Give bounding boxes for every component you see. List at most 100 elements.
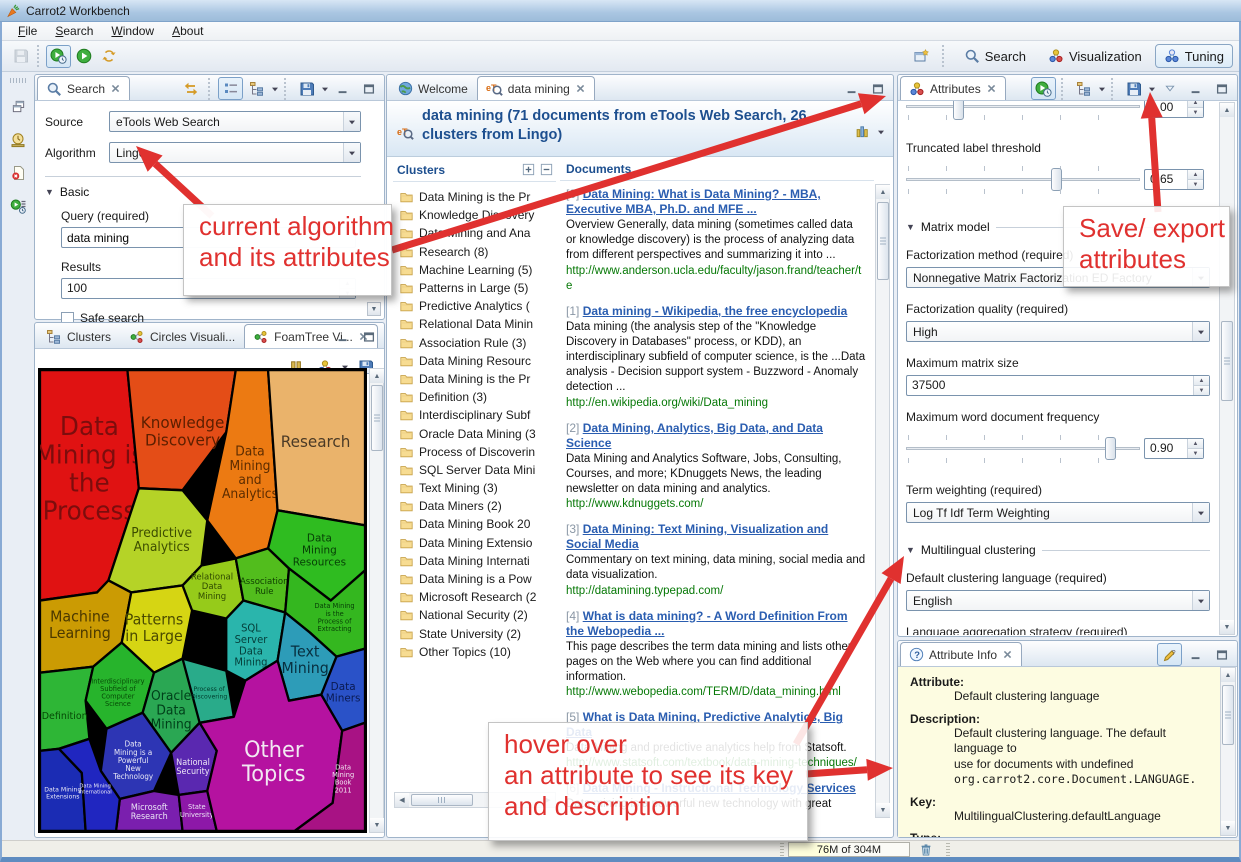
cluster-item[interactable]: Microsoft Research (2 xyxy=(399,588,556,606)
title-bar[interactable]: Carrot2 Workbench xyxy=(0,0,1241,22)
document-title-link[interactable]: Data mining - Wikipedia, the free encycl… xyxy=(583,304,848,318)
close-icon[interactable] xyxy=(110,83,121,94)
garbage-collect-button[interactable] xyxy=(913,841,939,857)
attribute-slider[interactable]: 0.90▲▼ xyxy=(906,429,1210,469)
chevron-down-icon[interactable] xyxy=(271,85,279,93)
maximize-button[interactable] xyxy=(1209,643,1234,666)
attribute-slider[interactable]: 2.00▲▼ xyxy=(906,101,1210,127)
document-title-link[interactable]: Data Mining - Instructional Technology S… xyxy=(583,781,856,795)
chevron-down-icon[interactable] xyxy=(1098,85,1106,93)
refresh-button[interactable] xyxy=(96,45,121,68)
tab-circles-visuali-[interactable]: Circles Visuali... xyxy=(120,324,244,348)
cluster-item[interactable]: Relational Data Minin xyxy=(399,315,556,333)
attribute-spinner[interactable]: 37500▲▼ xyxy=(906,375,1210,396)
error-log-button[interactable] xyxy=(6,161,31,184)
attribute-spinner[interactable]: 0.90▲▼ xyxy=(1144,438,1204,459)
maximize-button[interactable] xyxy=(356,325,381,348)
cluster-item[interactable]: Data Mining is a Pow xyxy=(399,570,556,588)
live-update-button[interactable] xyxy=(1031,77,1056,100)
attribute-spinner[interactable]: 2.00▲▼ xyxy=(1144,101,1204,118)
list-view-button[interactable] xyxy=(218,77,243,100)
tab-attribute-info[interactable]: ? Attribute Info xyxy=(900,642,1022,666)
restore-window-button[interactable] xyxy=(6,95,31,118)
cluster-item[interactable]: Machine Learning (5) xyxy=(399,261,556,279)
documents-scrollbar[interactable]: ▲ ▼ xyxy=(875,184,890,818)
cluster-item[interactable]: Interdisciplinary Subf xyxy=(399,406,556,424)
cluster-item[interactable]: Data Mining is the Pr xyxy=(399,188,556,206)
process-list-button[interactable] xyxy=(6,194,31,217)
minimize-button[interactable] xyxy=(330,77,355,100)
foamtree-cell[interactable]: Definition xyxy=(40,667,93,751)
section-header[interactable]: ▼Matrix model xyxy=(906,220,1210,234)
maximize-button[interactable] xyxy=(356,77,381,100)
cluster-item[interactable]: Other Topics (10) xyxy=(399,643,556,661)
maximize-button[interactable] xyxy=(1209,77,1234,100)
foamtree-cell[interactable]: MicrosoftResearch xyxy=(116,791,183,831)
menu-search[interactable]: Search xyxy=(47,23,101,39)
attribute-info-scrollbar[interactable]: ▲ ▼ xyxy=(1220,667,1236,836)
run-search-button[interactable] xyxy=(46,45,71,68)
attribute-select[interactable]: High xyxy=(906,321,1210,342)
cluster-item[interactable]: Data Mining Internati xyxy=(399,552,556,570)
minimize-button[interactable] xyxy=(1183,643,1208,666)
close-icon[interactable] xyxy=(986,83,997,94)
chevron-down-icon[interactable] xyxy=(321,85,329,93)
document-title-link[interactable]: Data Mining, Analytics, Big Data, and Da… xyxy=(566,421,823,450)
chevron-down-icon[interactable] xyxy=(1148,85,1156,93)
run-button[interactable] xyxy=(71,45,96,68)
algorithm-select[interactable]: Lingo xyxy=(109,142,361,163)
tab-attributes[interactable]: Attributes xyxy=(900,76,1006,100)
tab-search[interactable]: Search xyxy=(37,76,130,100)
close-icon[interactable] xyxy=(575,83,586,94)
minimize-button[interactable] xyxy=(330,325,355,348)
menu-window[interactable]: Window xyxy=(103,23,162,39)
view-menu-button[interactable] xyxy=(1157,77,1182,100)
cluster-item[interactable]: Data Mining Extensio xyxy=(399,534,556,552)
attribute-select[interactable]: English xyxy=(906,590,1210,611)
editor-tab-welcome[interactable]: Welcome xyxy=(389,76,477,100)
close-icon[interactable] xyxy=(1002,649,1013,660)
document-title-link[interactable]: What is Data Mining, Predictive Analytic… xyxy=(566,710,843,739)
attribute-spinner[interactable]: 0.65▲▼ xyxy=(1144,169,1204,190)
tree-view-button[interactable] xyxy=(1071,77,1096,100)
editor-tab-data-mining[interactable]: eTdata mining xyxy=(477,76,595,100)
cluster-item[interactable]: State University (2) xyxy=(399,625,556,643)
clusters-hscrollbar[interactable]: ◀ ▶ xyxy=(394,792,556,808)
minimize-button[interactable] xyxy=(839,77,864,100)
attributes-scrollbar[interactable]: ▲ ▼ xyxy=(1219,102,1235,635)
maximize-button[interactable] xyxy=(865,77,890,100)
attribute-select[interactable]: Nonnegative Matrix Factorization ED Fact… xyxy=(906,267,1210,288)
save-attributes-button[interactable] xyxy=(1121,77,1146,100)
menu-about[interactable]: About xyxy=(164,23,211,39)
cluster-item[interactable]: Process of Discoverin xyxy=(399,443,556,461)
query-input[interactable] xyxy=(61,227,356,248)
scroll-down-button[interactable]: ▼ xyxy=(367,302,381,316)
foamtree-cell[interactable]: Research xyxy=(268,370,365,525)
foamtree-canvas[interactable]: DataMining istheProcessKnowledgeDiscover… xyxy=(38,368,367,833)
cluster-item[interactable]: Data Mining Book 20 xyxy=(399,515,556,533)
source-select[interactable]: eTools Web Search xyxy=(109,111,361,132)
minimize-button[interactable] xyxy=(1183,77,1208,100)
tree-view-button[interactable] xyxy=(244,77,269,100)
cluster-item[interactable]: Knowledge Discovery xyxy=(399,206,556,224)
tab-clusters[interactable]: Clusters xyxy=(37,324,120,348)
save-button[interactable] xyxy=(294,77,319,100)
document-title-link[interactable]: Data Mining: What is Data Mining? - MBA,… xyxy=(566,187,821,216)
cluster-item[interactable]: Predictive Analytics ( xyxy=(399,297,556,315)
document-title-link[interactable]: What is data mining? - A Word Definition… xyxy=(566,609,848,638)
chevron-down-icon[interactable] xyxy=(877,128,885,136)
cluster-item[interactable]: Data Mining Resourc xyxy=(399,352,556,370)
menu-file[interactable]: File xyxy=(10,23,45,39)
benchmark-clock-button[interactable] xyxy=(6,128,31,151)
section-header[interactable]: ▼Multilingual clustering xyxy=(906,543,1210,557)
perspective-search[interactable]: Search xyxy=(955,44,1035,68)
save-button[interactable] xyxy=(8,45,33,68)
collapse-all-icon[interactable] xyxy=(539,162,554,177)
cluster-item[interactable]: Oracle Data Mining (3 xyxy=(399,424,556,442)
link-with-editor-button[interactable]: ? xyxy=(1157,643,1182,666)
cluster-item[interactable]: Research (8) xyxy=(399,243,556,261)
attribute-slider[interactable]: 0.65▲▼ xyxy=(906,160,1210,200)
perspective-tuning[interactable]: Tuning xyxy=(1155,44,1233,68)
open-perspective-button[interactable] xyxy=(909,45,934,68)
layout-button[interactable] xyxy=(849,120,874,143)
